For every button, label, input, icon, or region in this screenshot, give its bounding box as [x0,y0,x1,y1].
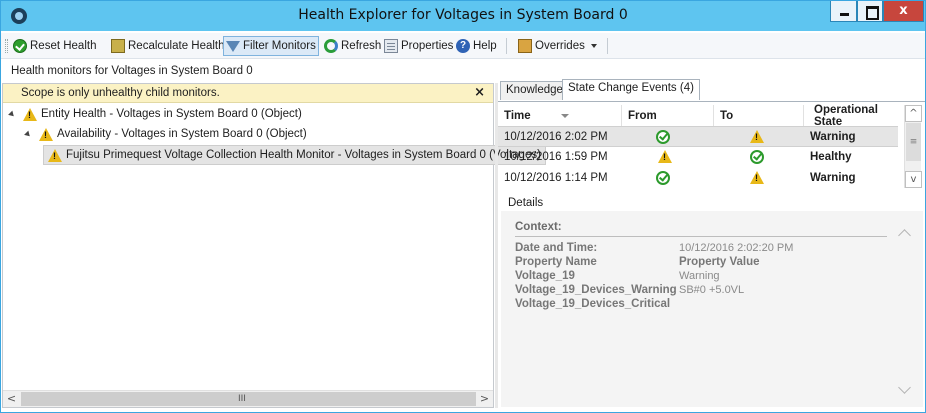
filter-monitors-button[interactable]: Filter Monitors [223,36,319,56]
help-icon: ? [456,39,470,53]
overrides-icon [518,39,532,53]
close-button[interactable]: x [883,1,924,22]
reset-health-label: Reset Health [30,40,97,52]
horizontal-scrollbar[interactable]: < III > [3,390,493,407]
minimize-button[interactable] [830,1,857,22]
properties-button[interactable]: Properties [384,36,453,56]
warning-icon [750,130,764,143]
scroll-down-icon[interactable]: v [905,171,922,188]
warning-icon [48,148,62,162]
table-row[interactable]: 10/12/2016 1:14 PM Warning [498,168,898,189]
scroll-up-icon[interactable]: ^ [905,105,922,122]
properties-label: Properties [401,40,454,52]
monitor-tree-pane: Scope is only unhealthy child monitors. … [2,83,546,408]
tab-state-change-events[interactable]: State Change Events (4) [562,79,700,100]
healthy-icon [750,150,764,164]
operational-state-cell: Warning [810,172,856,184]
window-title: Health Explorer for Voltages in System B… [298,7,628,23]
context-key: Property Name [515,256,597,268]
chevron-up-icon[interactable] [898,229,911,242]
scrollbar-thumb[interactable] [21,392,476,406]
tree-item-label: Availability - Voltages in System Board … [57,128,307,140]
tree-item-label: Entity Health - Voltages in System Board… [41,108,302,120]
recalculate-health-label: Recalculate Health [128,40,225,52]
column-header-to[interactable]: To [714,105,804,126]
scroll-right-icon[interactable]: > [476,391,493,407]
column-header-from[interactable]: From [622,105,714,126]
operational-state-cell: Warning [810,131,856,143]
details-panel: Context: Date and Time: 10/12/2016 2:02:… [501,211,923,407]
expand-arrow-icon[interactable] [8,110,16,118]
reset-health-button[interactable]: Reset Health [13,36,96,56]
time-cell: 10/12/2016 2:02 PM [504,131,608,143]
details-pane: Knowledge State Change Events (4) Time F… [498,79,925,410]
tree-item-voltage-monitor[interactable]: Fujitsu Primequest Voltage Collection He… [43,145,546,165]
context-key: Voltage_19_Devices_Critical [515,298,671,310]
time-cell: 10/12/2016 1:59 PM [504,151,608,163]
context-value: SB#0 +5.0VL [679,284,745,296]
warning-icon [23,107,37,121]
toolbar-grip[interactable] [5,39,8,53]
context-key: Voltage_19 [515,270,575,282]
context-divider [515,236,887,237]
toolbar: Reset Health Recalculate Health Filter M… [1,33,925,59]
healthy-icon [656,171,670,185]
scope-text: Scope is only unhealthy child monitors. [21,87,220,99]
help-button[interactable]: ? Help [456,36,497,56]
overrides-dropdown[interactable]: Overrides [518,36,597,56]
operational-state-cell: Healthy [810,151,852,163]
title-bar[interactable]: Health Explorer for Voltages in System B… [1,1,925,31]
checkmark-icon [13,39,27,53]
close-icon: x [899,3,908,18]
time-cell: 10/12/2016 1:14 PM [504,172,608,184]
table-row[interactable]: 10/12/2016 1:59 PM Healthy [498,147,898,168]
table-row[interactable]: 10/12/2016 2:02 PM Warning [498,126,898,147]
vertical-scrollbar[interactable]: ^ ≡ v [904,105,922,188]
context-title: Context: [515,221,562,233]
recalculate-icon [111,39,125,53]
help-label: Help [473,40,497,52]
column-header-time[interactable]: Time [498,105,622,126]
context-key: Date and Time: [515,242,598,254]
scrollbar-grip: III [238,394,246,404]
maximize-button[interactable] [857,1,883,22]
filter-monitors-label: Filter Monitors [243,40,316,52]
column-header-operational-state[interactable]: Operational State [804,104,904,128]
chevron-down-icon[interactable] [898,381,911,394]
warning-icon [750,171,764,184]
properties-icon [384,39,398,53]
context-value: Property Value [679,256,760,268]
health-monitors-heading: Health monitors for Voltages in System B… [11,65,253,77]
clear-scope-icon[interactable]: × [474,85,485,100]
healthy-icon [656,130,670,144]
warning-icon [39,127,53,141]
scrollbar-thumb[interactable]: ≡ [906,123,921,161]
toolbar-separator [607,38,608,54]
recalculate-health-button[interactable]: Recalculate Health [111,36,225,56]
warning-icon [658,150,672,163]
chevron-down-icon [590,44,597,48]
tree-item-label: Fujitsu Primequest Voltage Collection He… [66,149,541,161]
context-key: Voltage_19_Devices_Warning [515,284,677,296]
sort-descending-icon [560,113,569,118]
tree-item-entity-health[interactable]: Entity Health - Voltages in System Board… [8,104,302,124]
toolbar-separator [506,38,507,54]
tree-item-availability[interactable]: Availability - Voltages in System Board … [24,124,307,144]
refresh-button[interactable]: Refresh [324,36,381,56]
health-explorer-window: Health Explorer for Voltages in System B… [0,0,926,413]
filter-icon [226,40,240,52]
tab-knowledge[interactable]: Knowledge [500,81,569,100]
refresh-label: Refresh [341,40,382,52]
overrides-label: Overrides [535,40,585,52]
refresh-icon [324,39,338,53]
scope-bar: Scope is only unhealthy child monitors. … [3,84,493,103]
context-value: 10/12/2016 2:02:20 PM [679,242,794,254]
details-heading: Details [508,197,544,209]
scroll-left-icon[interactable]: < [3,391,20,407]
context-value: Warning [679,270,720,282]
expand-arrow-icon[interactable] [24,130,32,138]
